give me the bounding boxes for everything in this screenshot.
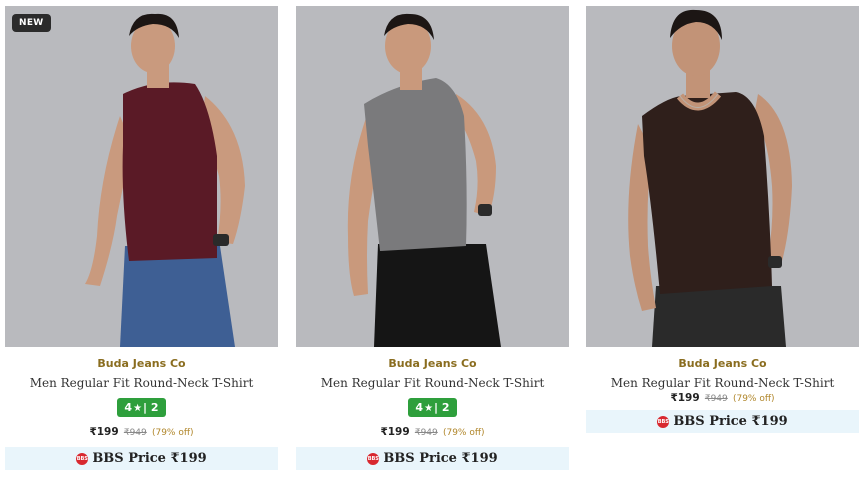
product-info: Buda Jeans Co Men Regular Fit Round-Neck… [296,357,569,438]
selling-price: ₹199 [89,426,119,438]
product-card[interactable]: NEW Buda Jeans Co Men Regular Fit Round-… [5,6,278,470]
new-badge: NEW [12,14,51,32]
selling-price: ₹199 [670,392,700,404]
product-image[interactable] [586,6,859,347]
product-card[interactable]: Buda Jeans Co Men Regular Fit Round-Neck… [586,6,859,433]
price-row: ₹199 ₹949 (79% off) [586,392,859,404]
product-info: Buda Jeans Co Men Regular Fit Round-Neck… [586,357,859,404]
product-brand[interactable]: Buda Jeans Co [296,357,569,370]
star-icon: ★ [133,403,143,414]
product-grid: NEW Buda Jeans Co Men Regular Fit Round-… [0,0,864,495]
product-info: Buda Jeans Co Men Regular Fit Round-Neck… [5,357,278,438]
bbs-price-banner[interactable]: BBS BBS Price ₹199 [296,447,569,470]
bbs-price-label: BBS Price ₹199 [92,451,207,466]
mrp-price: ₹949 [414,428,438,438]
bbs-price-label: BBS Price ₹199 [673,414,788,429]
star-icon: ★ [424,403,434,414]
rating-badge[interactable]: 4★| 2 [408,398,457,417]
mrp-price: ₹949 [123,428,147,438]
product-card[interactable]: Buda Jeans Co Men Regular Fit Round-Neck… [296,6,569,470]
price-row: ₹199 ₹949 (79% off) [296,426,569,438]
rating-count: 2 [150,401,159,414]
rating-separator: | [434,401,439,414]
bbs-price-label: BBS Price ₹199 [383,451,498,466]
product-image[interactable] [296,6,569,347]
model-photo [85,13,245,347]
product-title[interactable]: Men Regular Fit Round-Neck T-Shirt [296,376,569,390]
discount-text: (79% off) [732,394,775,404]
product-brand[interactable]: Buda Jeans Co [5,357,278,370]
price-row: ₹199 ₹949 (79% off) [5,426,278,438]
rating-score: 4 [415,401,424,414]
mrp-price: ₹949 [704,394,728,404]
rating-separator: | [143,401,148,414]
bbs-logo-icon: BBS [76,453,89,465]
model-photo [628,9,792,347]
product-title[interactable]: Men Regular Fit Round-Neck T-Shirt [586,376,859,390]
product-brand[interactable]: Buda Jeans Co [586,357,859,370]
discount-text: (79% off) [442,428,485,438]
rating-score: 4 [124,401,133,414]
model-photo [347,13,501,347]
rating-badge[interactable]: 4★| 2 [117,398,166,417]
product-image[interactable]: NEW [5,6,278,347]
selling-price: ₹199 [380,426,410,438]
product-title[interactable]: Men Regular Fit Round-Neck T-Shirt [5,376,278,390]
bbs-logo-icon: BBS [367,453,380,465]
discount-text: (79% off) [151,428,194,438]
bbs-price-banner[interactable]: BBS BBS Price ₹199 [586,410,859,433]
rating-count: 2 [441,401,450,414]
bbs-logo-icon: BBS [657,416,670,428]
bbs-price-banner[interactable]: BBS BBS Price ₹199 [5,447,278,470]
